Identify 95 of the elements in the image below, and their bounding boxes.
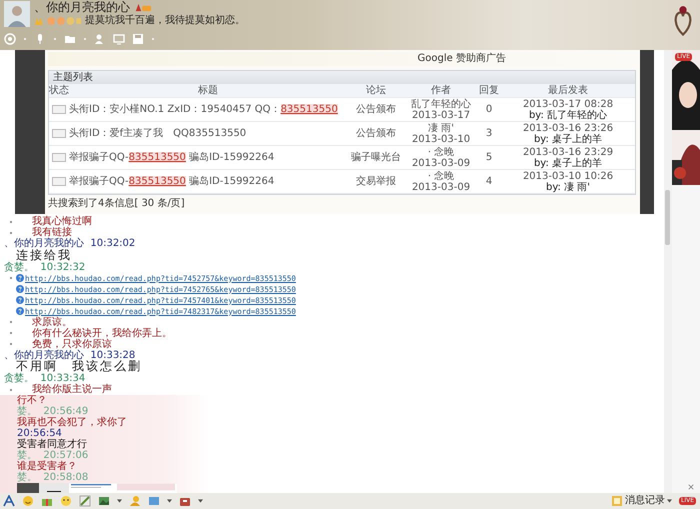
column-header: 回复 bbox=[478, 85, 500, 96]
table-title: 主题列表 bbox=[49, 71, 635, 84]
reply-count: 0 bbox=[484, 104, 494, 115]
message-text: 行不？ bbox=[17, 395, 47, 406]
help-icon bbox=[16, 307, 24, 315]
status-icon bbox=[134, 3, 152, 12]
topic-icon bbox=[52, 177, 66, 186]
help-icon bbox=[16, 274, 24, 282]
author-name: · 念晚 bbox=[428, 170, 454, 182]
message-sender: 贪婪。 10:33:34 bbox=[4, 373, 86, 384]
folder-icon[interactable] bbox=[64, 33, 76, 45]
scrollbar-thumb[interactable] bbox=[665, 190, 670, 245]
author-name: · 念晚 bbox=[428, 146, 454, 158]
column-header: 论坛 bbox=[365, 85, 387, 96]
close-icon[interactable] bbox=[688, 484, 694, 490]
message-text: 我给你版主说一声 bbox=[32, 384, 112, 395]
message-text: 我真心悔过啊 bbox=[32, 216, 92, 227]
forum-cell-text: 公告颁布 bbox=[355, 104, 397, 115]
topic-icon bbox=[52, 105, 66, 114]
topic-icon bbox=[52, 153, 66, 162]
message-text: 求原谅。 bbox=[32, 316, 72, 328]
contact-name: 、你的月亮我的心 bbox=[34, 0, 130, 14]
dropdown-icon[interactable] bbox=[53, 37, 57, 41]
message-text: 受害者同意才行 bbox=[17, 439, 87, 450]
smiley-icon[interactable] bbox=[60, 495, 72, 507]
message-sender: 、你的月亮我的心 10:33:28 bbox=[4, 350, 136, 360]
help-icon bbox=[16, 296, 24, 304]
avatar-icon[interactable] bbox=[4, 1, 30, 27]
last-post-author: by: 桌子上的羊 bbox=[534, 134, 602, 144]
last-post-author: by: 凄 雨' bbox=[546, 182, 590, 192]
history-icon bbox=[612, 496, 622, 506]
topic-title[interactable]: 头衔ID：爱f主凑了我 QQ835513550 bbox=[69, 128, 347, 139]
message-sender: 20:56:54 bbox=[17, 428, 62, 439]
screen-icon[interactable] bbox=[148, 495, 160, 507]
topic-icon bbox=[52, 129, 66, 138]
smiley-icon[interactable] bbox=[22, 495, 34, 507]
message-text: 谁是受害者？ bbox=[17, 461, 77, 472]
caret-icon[interactable] bbox=[167, 499, 172, 503]
last-post-time: 2013-03-16 23:26 bbox=[522, 122, 614, 134]
font-icon[interactable] bbox=[3, 495, 15, 507]
message-sender: 贪婪。 10:32:32 bbox=[4, 262, 86, 272]
history-button[interactable]: 消息记录 bbox=[612, 495, 665, 507]
column-header: 状态 bbox=[49, 85, 69, 96]
message-text: 我有链接 bbox=[32, 227, 72, 238]
dropdown-icon[interactable] bbox=[83, 37, 87, 41]
result-summary: 共搜索到了4条信息[ 30 条/页] bbox=[48, 198, 186, 210]
post-date: 2013-03-17 bbox=[412, 110, 470, 120]
last-post-time: 2013-03-17 08:28 bbox=[522, 98, 614, 110]
level-icons bbox=[34, 16, 82, 26]
caret-icon[interactable] bbox=[198, 499, 203, 503]
caret-icon[interactable] bbox=[117, 499, 122, 503]
save-icon[interactable] bbox=[132, 33, 144, 45]
topic-title[interactable]: 举报骗子QQ-835513550 骗岛ID-15992264 bbox=[69, 152, 347, 163]
bag-icon[interactable] bbox=[179, 495, 191, 507]
dropdown-icon[interactable] bbox=[23, 37, 27, 41]
message-text: 不用啊 我该怎么删 bbox=[16, 359, 142, 374]
caret-icon[interactable] bbox=[666, 499, 672, 503]
last-post-author: by: 乱了年轻的心 bbox=[528, 110, 608, 120]
forum-cell-text: 公告颁布 bbox=[355, 128, 397, 139]
last-post-time: 2013-03-16 23:29 bbox=[522, 146, 614, 158]
people-icon[interactable] bbox=[129, 495, 141, 507]
author-name: 乱了年轻的心 bbox=[411, 98, 471, 110]
reply-count: 3 bbox=[484, 128, 494, 139]
people-icon[interactable] bbox=[94, 33, 106, 45]
author-name: 凄 雨' bbox=[428, 122, 454, 134]
forum-cell-text: 交易举报 bbox=[355, 176, 397, 187]
forum-cell-text: 骗子曝光台 bbox=[350, 152, 402, 163]
message-sender: 婪。 20:58:08 bbox=[17, 472, 88, 483]
message-sender: 婪。 20:57:06 bbox=[17, 450, 88, 461]
reply-count: 5 bbox=[484, 152, 494, 163]
reply-count: 4 bbox=[484, 176, 494, 187]
message-text: 你有什么秘诀开，我给你弄上。 bbox=[32, 328, 172, 338]
message-sender: 、你的月亮我的心 10:32:02 bbox=[4, 238, 136, 249]
column-header: 最后发表 bbox=[547, 85, 589, 96]
help-icon bbox=[16, 285, 24, 293]
screen-icon[interactable] bbox=[113, 33, 125, 45]
last-post-time: 2013-03-10 10:26 bbox=[522, 170, 614, 182]
message-sender: 婪。 20:56:49 bbox=[17, 406, 88, 417]
message-text: 免费，只求你原谅 bbox=[32, 338, 112, 350]
last-post-author: by: 桌子上的羊 bbox=[534, 158, 602, 168]
image-icon[interactable] bbox=[98, 495, 110, 507]
post-date: 2013-03-09 bbox=[412, 158, 470, 168]
message-text: 连接给我 bbox=[16, 248, 72, 262]
pencil-icon[interactable] bbox=[79, 495, 91, 507]
dropdown-icon[interactable] bbox=[151, 37, 155, 41]
topic-title[interactable]: 头衔ID：安小槿NO.1 ZxID：19540457 QQ：835513550 bbox=[69, 104, 347, 115]
column-header: 作者 bbox=[430, 85, 452, 96]
column-header: 标题 bbox=[197, 85, 219, 96]
heart-ring-drawing bbox=[672, 4, 694, 36]
signature-text: 提莫坑我千百遍，我待提莫如初恋。 bbox=[85, 15, 245, 27]
topic-title[interactable]: 举报骗子QQ-835513550 骗岛ID-15992264 bbox=[69, 176, 347, 187]
video-icon[interactable] bbox=[4, 33, 16, 45]
post-date: 2013-03-09 bbox=[412, 182, 470, 192]
message-text: 我再也不会犯了，求你了 bbox=[17, 417, 127, 428]
post-date: 2013-03-10 bbox=[412, 134, 470, 144]
